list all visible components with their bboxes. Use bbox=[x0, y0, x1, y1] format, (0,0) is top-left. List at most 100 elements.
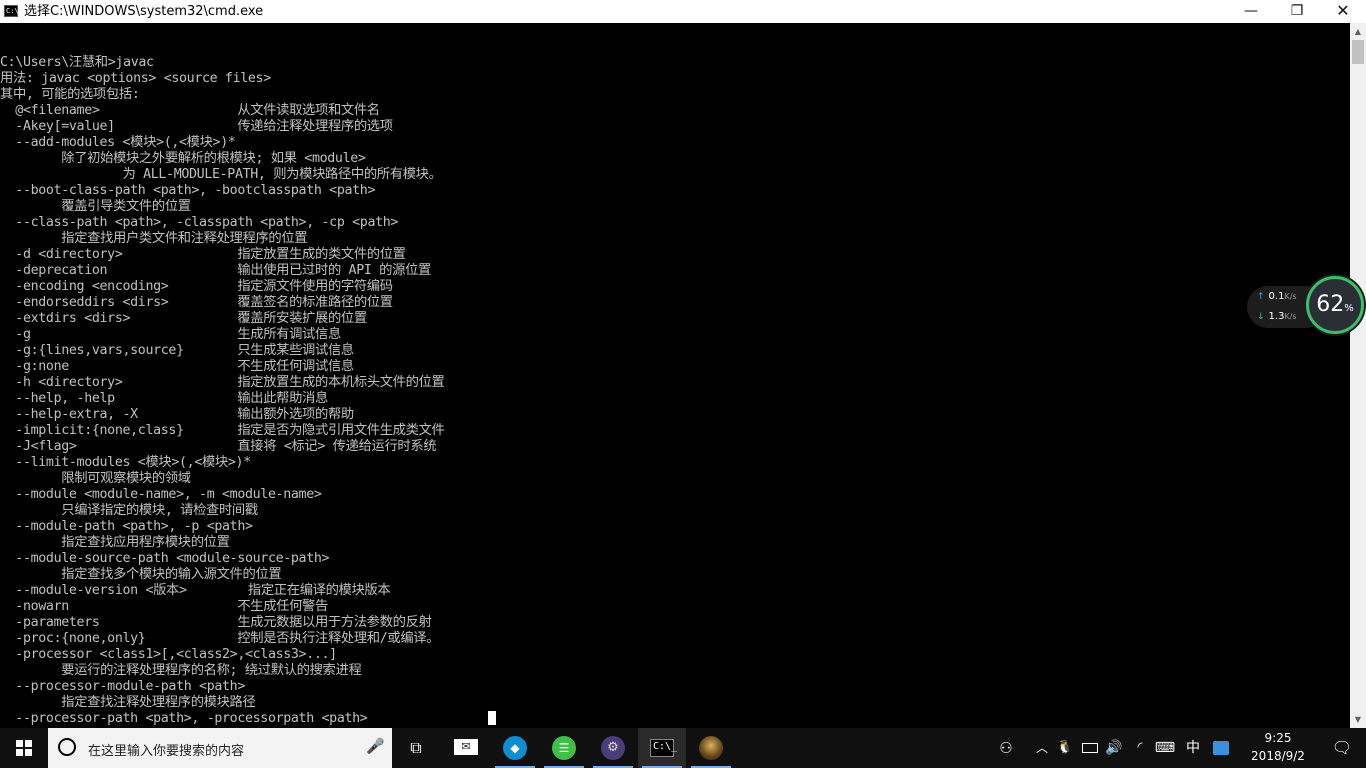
scroll-down-arrow-icon[interactable]: ▼ bbox=[1350, 711, 1366, 728]
text-cursor bbox=[488, 711, 496, 725]
console-line: 指定查找注释处理程序的模块路径 bbox=[0, 695, 256, 710]
input-method-indicator[interactable]: 中 bbox=[1182, 728, 1204, 768]
taskbar-app-green[interactable]: ☰ bbox=[540, 728, 588, 768]
keyboard-icon[interactable]: ⌨ bbox=[1153, 728, 1177, 768]
upload-value: 0.1 bbox=[1268, 291, 1285, 302]
start-button[interactable] bbox=[0, 728, 48, 768]
people-icon[interactable]: ⚇ bbox=[990, 728, 1022, 768]
console-line: --module-path <path>, -p <path> bbox=[0, 519, 253, 534]
download-arrow-icon: ↓ bbox=[1257, 312, 1265, 322]
upload-unit: K/s bbox=[1284, 292, 1297, 301]
console-line: -extdirs <dirs> 覆盖所安装扩展的位置 bbox=[0, 311, 367, 326]
console-line: -implicit:{none,class} 指定是否为隐式引用文件生成类文件 bbox=[0, 423, 445, 438]
blue-app-icon: ◆ bbox=[503, 736, 527, 760]
console-line: 指定查找用户类文件和注释处理程序的位置 bbox=[0, 231, 308, 246]
console-line: C:\Users\汪慧和>javac bbox=[0, 55, 154, 70]
console-line: 用法: javac <options> <source files> bbox=[0, 71, 271, 86]
cortana-circle-icon bbox=[58, 738, 76, 756]
console-line: -h <directory> 指定放置生成的本机标头文件的位置 bbox=[0, 375, 445, 390]
taskbar-app-cmd[interactable]: C:\_ bbox=[638, 728, 686, 768]
console-line: -nowarn 不生成任何警告 bbox=[0, 599, 328, 614]
console-line: -g:none 不生成任何调试信息 bbox=[0, 359, 354, 374]
clock[interactable]: 9:25 2018/9/2 bbox=[1238, 728, 1318, 768]
console-line: 只编译指定的模块, 请检查时间戳 bbox=[0, 503, 258, 518]
console-line: 限制可观察模块的领域 bbox=[0, 471, 191, 486]
console-line: --help-extra, -X 输出额外选项的帮助 bbox=[0, 407, 354, 422]
title-bar[interactable]: C:\ 选择C:\WINDOWS\system32\cmd.exe — ❐ ✕ bbox=[0, 0, 1366, 23]
scroll-up-arrow-icon[interactable]: ▲ bbox=[1350, 23, 1366, 40]
console-line: 覆盖引导类文件的位置 bbox=[0, 199, 191, 214]
console-line: --module-version <版本> 指定正在编译的模块版本 bbox=[0, 583, 391, 598]
console-text: C:\Users\汪慧和>javac 用法: javac <options> <s… bbox=[0, 55, 445, 727]
console-line: --processor-module-path <path> bbox=[0, 679, 245, 694]
download-speed: ↓ 1.3K/s bbox=[1257, 311, 1297, 322]
console-line: --add-modules <模块>(,<模块>)* bbox=[0, 135, 236, 150]
minimize-button[interactable]: — bbox=[1228, 0, 1274, 23]
download-unit: K/s bbox=[1284, 312, 1297, 321]
microphone-icon[interactable]: 🎤 bbox=[366, 737, 385, 755]
memory-usage-circle[interactable]: 62% bbox=[1306, 276, 1364, 334]
task-view-button[interactable]: ⧉ bbox=[392, 728, 440, 768]
console-line: -encoding <encoding> 指定源文件使用的字符编码 bbox=[0, 279, 393, 294]
cmd-icon: C:\_ bbox=[650, 739, 677, 757]
close-button[interactable]: ✕ bbox=[1320, 0, 1366, 23]
mail-icon: ✉ bbox=[454, 739, 478, 755]
scroll-thumb[interactable] bbox=[1352, 40, 1364, 64]
taskbar-app-mail[interactable]: ✉ bbox=[442, 728, 490, 768]
green-app-icon: ☰ bbox=[552, 736, 576, 760]
cmd-app-icon[interactable]: C:\ bbox=[4, 5, 19, 17]
console-line: --module <module-name>, -m <module-name> bbox=[0, 487, 322, 502]
action-center-icon[interactable]: 🗨 bbox=[1318, 728, 1366, 768]
taskbar: 在这里输入你要搜索的内容 🎤 ⧉ ✉ ◆ ☰ ⚙ C:\_ ⚇ ︿ 🐧 🔊 ◜ … bbox=[0, 728, 1366, 768]
console-line: --boot-class-path <path>, -bootclasspath… bbox=[0, 183, 376, 198]
upload-arrow-icon: ↑ bbox=[1257, 292, 1265, 302]
console-line: 指定查找多个模块的输入源文件的位置 bbox=[0, 567, 282, 582]
console-line: --help, -help 输出此帮助消息 bbox=[0, 391, 328, 406]
qq-icon[interactable]: 🐧 bbox=[1055, 728, 1075, 768]
windows-logo-icon bbox=[16, 740, 32, 756]
photo-app-icon bbox=[699, 736, 723, 760]
task-view-icon: ⧉ bbox=[410, 738, 422, 757]
user-account-icon[interactable] bbox=[1210, 728, 1232, 768]
taskbar-search-box[interactable]: 在这里输入你要搜索的内容 🎤 bbox=[48, 728, 392, 768]
taskbar-app-blue[interactable]: ◆ bbox=[491, 728, 539, 768]
show-hidden-icons-chevron-icon[interactable]: ︿ bbox=[1032, 728, 1052, 768]
console-line: 指定查找应用程序模块的位置 bbox=[0, 535, 230, 550]
network-speed-widget[interactable]: ↑ 0.1K/s ↓ 1.3K/s 62% bbox=[1247, 276, 1366, 334]
clock-date: 2018/9/2 bbox=[1251, 749, 1305, 763]
console-line: 为 ALL-MODULE-PATH, 则为模块路径中的所有模块。 bbox=[0, 167, 442, 182]
console-line: -endorseddirs <dirs> 覆盖签名的标准路径的位置 bbox=[0, 295, 393, 310]
console-line: -processor <class1>[,<class2>,<class3>..… bbox=[0, 647, 337, 662]
console-output-area[interactable]: C:\Users\汪慧和>javac 用法: javac <options> <s… bbox=[0, 23, 1350, 728]
search-placeholder: 在这里输入你要搜索的内容 bbox=[88, 744, 245, 759]
window-title: 选择C:\WINDOWS\system32\cmd.exe bbox=[24, 4, 264, 19]
console-line: 除了初始模块之外要解析的根模块; 如果 <module> bbox=[0, 151, 366, 166]
console-line: -g 生成所有调试信息 bbox=[0, 327, 341, 342]
console-line: @<filename> 从文件读取选项和文件名 bbox=[0, 103, 380, 118]
usage-percent: 62 bbox=[1316, 292, 1345, 317]
console-line: -g:{lines,vars,source} 只生成某些调试信息 bbox=[0, 343, 354, 358]
console-line: -Akey[=value] 传递给注释处理程序的选项 bbox=[0, 119, 393, 134]
taskbar-app-gear[interactable]: ⚙ bbox=[589, 728, 637, 768]
console-line: --processor-path <path>, -processorpath … bbox=[0, 711, 368, 726]
gear-app-icon: ⚙ bbox=[601, 736, 625, 760]
battery-shape bbox=[1082, 742, 1098, 753]
taskbar-app-photo[interactable] bbox=[687, 728, 735, 768]
console-line: --module-source-path <module-source-path… bbox=[0, 551, 330, 566]
console-line: -J<flag> 直接将 <标记> 传递给运行时系统 bbox=[0, 439, 437, 454]
console-line: --class-path <path>, -classpath <path>, … bbox=[0, 215, 399, 230]
volume-icon[interactable]: 🔊 bbox=[1103, 728, 1125, 768]
console-line: -proc:{none,only} 控制是否执行注释处理和/或编译。 bbox=[0, 631, 440, 646]
user-square bbox=[1213, 740, 1229, 755]
console-line: 其中, 可能的选项包括: bbox=[0, 87, 140, 102]
console-line: 要运行的注释处理程序的名称; 绕过默认的搜索进程 bbox=[0, 663, 362, 678]
upload-speed: ↑ 0.1K/s bbox=[1257, 291, 1297, 302]
vertical-scrollbar[interactable]: ▲ ▼ bbox=[1350, 23, 1366, 728]
console-line: -parameters 生成元数据以用于方法参数的反射 bbox=[0, 615, 432, 630]
console-line: -d <directory> 指定放置生成的类文件的位置 bbox=[0, 247, 406, 262]
restore-button[interactable]: ❐ bbox=[1274, 0, 1320, 23]
wifi-icon[interactable]: ◜ bbox=[1129, 728, 1151, 768]
console-line: -deprecation 输出使用已过时的 API 的源位置 bbox=[0, 263, 431, 278]
percent-sign: % bbox=[1344, 303, 1354, 314]
battery-icon[interactable] bbox=[1079, 728, 1101, 768]
